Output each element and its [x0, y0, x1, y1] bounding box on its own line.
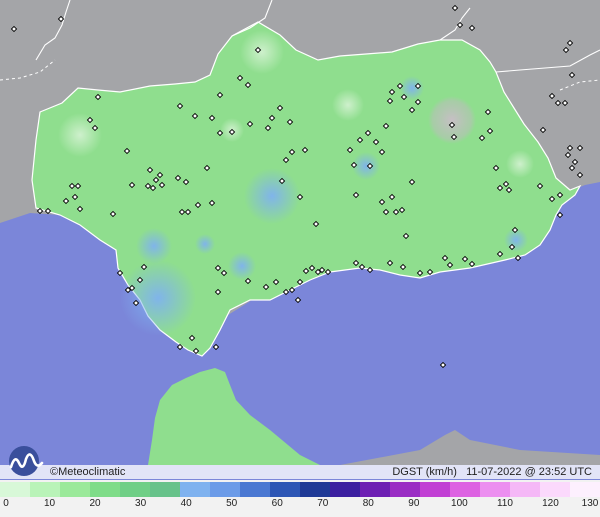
gust-zone: [228, 252, 256, 280]
timestamp-label: 11-07-2022 @ 23:52 UTC: [466, 466, 592, 478]
legend-tick-label: 70: [317, 498, 329, 509]
legend-tick-label: 130: [581, 498, 599, 509]
legend-swatch: [480, 482, 510, 497]
legend-swatch: [120, 482, 150, 497]
legend-tick-label: 10: [43, 498, 56, 509]
legend-tick-label: 50: [226, 498, 238, 509]
map-svg: [0, 0, 600, 517]
legend-tick-label: 0: [3, 498, 9, 509]
legend-tick-label: 40: [180, 498, 192, 509]
variable-label: DGST (km/h): [392, 466, 457, 478]
legend-swatch: [180, 482, 210, 497]
legend-swatch: [210, 482, 240, 497]
legend-tick-label: 100: [451, 498, 468, 509]
gust-zone: [120, 260, 196, 336]
legend-swatch: [450, 482, 480, 497]
legend-tick-label: 120: [542, 498, 559, 509]
gust-zone: [352, 152, 380, 180]
product-label: DGST (km/h) 11-07-2022 @ 23:52 UTC: [392, 466, 592, 478]
legend-bar: [0, 482, 600, 497]
legend-swatch: [570, 482, 600, 497]
legend-swatch: [0, 482, 30, 497]
calm-zone: [506, 150, 534, 178]
gust-zone: [244, 168, 300, 224]
legend-swatch: [60, 482, 90, 497]
legend-swatch: [330, 482, 360, 497]
legend-tick-label: 110: [496, 498, 513, 509]
calm-zone: [58, 113, 102, 157]
legend-swatch: [540, 482, 570, 497]
gust-zone: [136, 228, 172, 264]
legend-swatch: [30, 482, 60, 497]
legend-tick-label: 90: [408, 498, 420, 509]
legend-swatch: [420, 482, 450, 497]
brand-name: ©Meteoclimatic: [50, 466, 126, 478]
legend-swatch: [360, 482, 390, 497]
legend-tick-label: 60: [271, 498, 283, 509]
legend-tick-label: 80: [362, 498, 374, 509]
color-legend: 0 10 20 30 40 50 60 70 80 90 100 110 120 130: [0, 480, 600, 517]
legend-swatch: [510, 482, 540, 497]
gust-zone: [195, 234, 215, 254]
legend-ticks: 0 10 20 30 40 50 60 70 80 90 100 110 120 130: [0, 498, 600, 514]
legend-tick-label: 20: [89, 498, 101, 509]
calm-zone: [332, 89, 364, 121]
legend-swatch: [90, 482, 120, 497]
legend-swatch: [390, 482, 420, 497]
meteoclimatic-logo-icon: [4, 445, 50, 477]
legend-swatch: [270, 482, 300, 497]
legend-swatch: [300, 482, 330, 497]
calm-zone: [240, 30, 284, 74]
legend-tick-label: 30: [135, 498, 147, 509]
legend-swatch: [240, 482, 270, 497]
weather-map[interactable]: [0, 0, 600, 517]
legend-swatch: [150, 482, 180, 497]
